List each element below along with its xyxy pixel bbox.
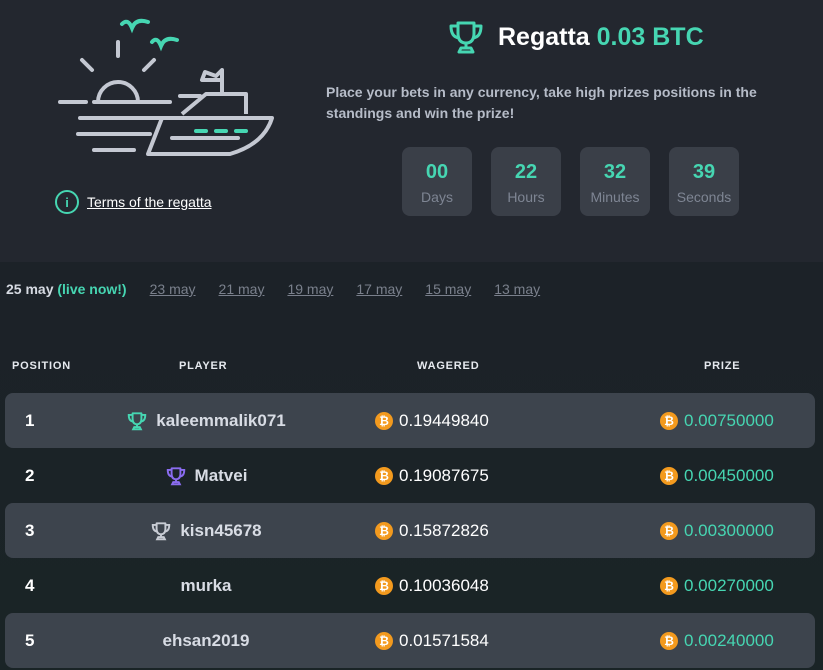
player-name: ehsan2019 (162, 630, 250, 650)
column-header-prize: PRIZE (704, 360, 741, 372)
row-prize: ₿ 0.00270000 (660, 558, 774, 613)
countdown-label: Hours (507, 189, 545, 205)
tab-past-day[interactable]: 13 may (494, 281, 540, 297)
bitcoin-icon: ₿ (660, 631, 678, 650)
tab-current-date: 25 may (6, 281, 54, 297)
countdown-days: 00 Days (402, 147, 472, 216)
trophy-bronze-icon (152, 521, 171, 540)
table-row: 4 murka ₿ 0.10036048 ₿ 0.00270000 (5, 558, 815, 613)
row-wagered: ₿ 0.10036048 (375, 558, 489, 613)
bitcoin-icon: ₿ (375, 466, 393, 485)
table-row: 3 kisn45678 ₿ 0.15872826 ₿ 0.00300000 (5, 503, 815, 558)
row-position: 5 (25, 630, 35, 650)
wagered-amount: 0.19087675 (399, 465, 489, 485)
info-icon[interactable]: i (55, 190, 79, 214)
countdown-seconds: 39 Seconds (669, 147, 739, 216)
countdown-value: 39 (692, 161, 716, 183)
tab-past-day[interactable]: 15 may (425, 281, 471, 297)
countdown-value: 00 (425, 161, 449, 183)
prize-amount: 0.00300000 (684, 520, 774, 540)
sailboat-sunset-illustration (58, 18, 274, 156)
bitcoin-icon: ₿ (375, 576, 393, 595)
table-row: 2 Matvei ₿ 0.19087675 ₿ 0.00450000 (5, 448, 815, 503)
regatta-banner: i Terms of the regatta Regatta 0.03 BTC … (0, 0, 823, 262)
row-wagered: ₿ 0.19449840 (375, 393, 489, 448)
row-prize: ₿ 0.00240000 (660, 613, 774, 668)
row-wagered: ₿ 0.01571584 (375, 613, 489, 668)
bitcoin-icon: ₿ (660, 466, 678, 485)
row-position: 2 (25, 465, 35, 485)
countdown-hours: 22 Hours (491, 147, 561, 216)
column-header-player: PLAYER (179, 360, 228, 372)
countdown-label: Seconds (676, 189, 732, 205)
leaderboard-table: 1 kaleemmalik071 ₿ 0.19449840 ₿ 0.007500… (5, 393, 815, 668)
tab-past-day[interactable]: 23 may (150, 281, 196, 297)
date-tabs: 25 may (live now!) 23 may 21 may 19 may … (6, 281, 563, 297)
countdown-label: Minutes (590, 189, 640, 205)
prize-amount: 0.00750000 (684, 410, 774, 430)
player-name: murka (180, 575, 232, 595)
terms-link[interactable]: Terms of the regatta (87, 194, 212, 210)
regatta-description: Place your bets in any currency, take hi… (326, 84, 757, 121)
prize-amount: 0.00270000 (684, 575, 774, 595)
tab-past-day[interactable]: 21 may (219, 281, 265, 297)
wagered-amount: 0.10036048 (399, 575, 489, 595)
countdown-value: 22 (514, 161, 538, 183)
row-player: Matvei (75, 448, 337, 503)
countdown-value: 32 (603, 161, 627, 183)
wagered-amount: 0.01571584 (399, 630, 489, 650)
row-position: 3 (25, 520, 35, 540)
countdown-minutes: 32 Minutes (580, 147, 650, 216)
title-prize: 0.03 BTC (596, 22, 704, 51)
bitcoin-icon: ₿ (660, 576, 678, 595)
row-player: kaleemmalik071 (75, 393, 337, 448)
trophy-icon (449, 21, 483, 54)
bitcoin-icon: ₿ (375, 631, 393, 650)
tab-past-day[interactable]: 17 may (356, 281, 402, 297)
countdown-label: Days (421, 189, 453, 205)
row-player: ehsan2019 (75, 613, 337, 668)
trophy-gold-icon (128, 411, 147, 430)
prize-amount: 0.00450000 (684, 465, 774, 485)
tab-past-day[interactable]: 19 may (287, 281, 333, 297)
prize-amount: 0.00240000 (684, 630, 774, 650)
bitcoin-icon: ₿ (375, 411, 393, 430)
row-wagered: ₿ 0.19087675 (375, 448, 489, 503)
row-player: kisn45678 (75, 503, 337, 558)
title-label: Regatta (498, 22, 590, 51)
row-prize: ₿ 0.00300000 (660, 503, 774, 558)
table-row: 5 ehsan2019 ₿ 0.01571584 ₿ 0.00240000 (5, 613, 815, 668)
wagered-amount: 0.15872826 (399, 520, 489, 540)
row-prize: ₿ 0.00750000 (660, 393, 774, 448)
bitcoin-icon: ₿ (660, 411, 678, 430)
tab-current-day[interactable]: 25 may (live now!) (6, 281, 127, 297)
page-title: Regatta 0.03 BTC (446, 17, 704, 57)
bitcoin-icon: ₿ (375, 521, 393, 540)
row-position: 1 (25, 410, 35, 430)
player-name: kaleemmalik071 (156, 410, 286, 430)
table-row: 1 kaleemmalik071 ₿ 0.19449840 ₿ 0.007500… (5, 393, 815, 448)
wagered-amount: 0.19449840 (399, 410, 489, 430)
row-prize: ₿ 0.00450000 (660, 448, 774, 503)
live-now-label: (live now!) (57, 281, 127, 297)
row-player: murka (75, 558, 337, 613)
row-position: 4 (25, 575, 35, 595)
column-header-wagered: WAGERED (417, 360, 480, 372)
table-header: POSITION PLAYER WAGERED PRIZE (0, 360, 823, 376)
bitcoin-icon: ₿ (660, 521, 678, 540)
row-wagered: ₿ 0.15872826 (375, 503, 489, 558)
player-name: kisn45678 (180, 520, 262, 540)
terms-row: i Terms of the regatta (55, 190, 212, 214)
column-header-position: POSITION (12, 360, 71, 372)
player-name: Matvei (194, 465, 248, 485)
trophy-silver-icon (166, 466, 185, 485)
